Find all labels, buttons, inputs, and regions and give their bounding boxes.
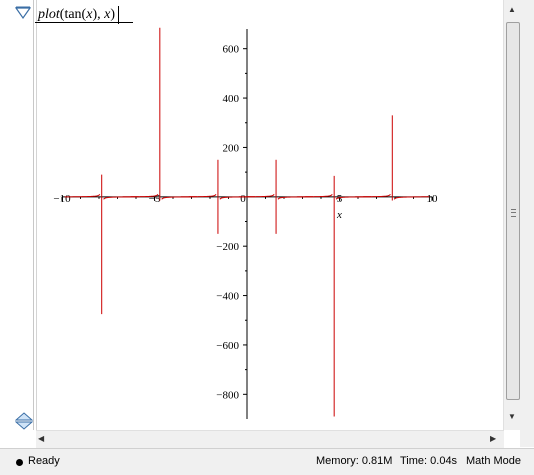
y-tick-label: −400 [216,291,239,303]
x-tick-label: −5 [149,193,161,205]
time-readout: Time: 0.04s [400,455,458,467]
grip-icon [511,209,516,217]
tan-branch-right [393,196,430,200]
mode-indicator[interactable]: Math Mode [466,455,521,467]
worksheet-gutter [0,0,37,430]
x-tick-label: −10 [53,193,71,205]
collapse-triangle-icon[interactable] [15,6,31,20]
status-indicator-icon [16,459,23,466]
status-bar: Ready Memory: 0.81M Time: 0.04s Math Mod… [0,448,534,475]
y-tick-label: −800 [216,389,239,401]
y-tick-label: 200 [223,142,240,154]
plot-function-name: plot [38,7,60,22]
x-tick-label: 5 [337,193,343,205]
x-axis-label: x [336,209,342,221]
input-underline [35,22,133,23]
arrow-up-icon[interactable]: ▲ [508,5,516,15]
y-tick-label: 600 [223,44,240,56]
tan-branch-left [355,193,391,198]
y-tick-label: −200 [216,241,239,253]
x-tick-label: 10 [427,193,439,205]
tan-branch-left [297,193,333,198]
y-tick-label: 400 [223,93,240,105]
gutter-divider [33,0,34,430]
y-tick-label: −600 [216,340,239,352]
arrow-left-icon[interactable]: ◀ [38,434,44,444]
open-paren: (tan( [59,7,87,22]
vertical-scrollbar[interactable]: ▲ ▼ [503,0,521,430]
arrow-down-icon[interactable]: ▼ [508,412,516,422]
window-frame-right [520,0,534,447]
x-tick-label: 0 [240,193,246,205]
arrow-right-icon[interactable]: ▶ [490,434,496,444]
close-paren: ) [110,7,115,22]
plot-area[interactable]: −10 −5 0 5 10 −800 −600 −400 −200 200 400 600 x [37,24,503,430]
memory-readout: Memory: 0.81M [316,455,393,467]
horizontal-scrollbar[interactable]: ◀ ▶ [36,430,504,448]
split-pane-icon[interactable] [15,412,33,430]
vertical-scroll-thumb[interactable] [506,22,520,400]
separator: ), [92,7,105,22]
status-ready: Ready [28,455,60,467]
tan-branch-left [180,193,217,198]
